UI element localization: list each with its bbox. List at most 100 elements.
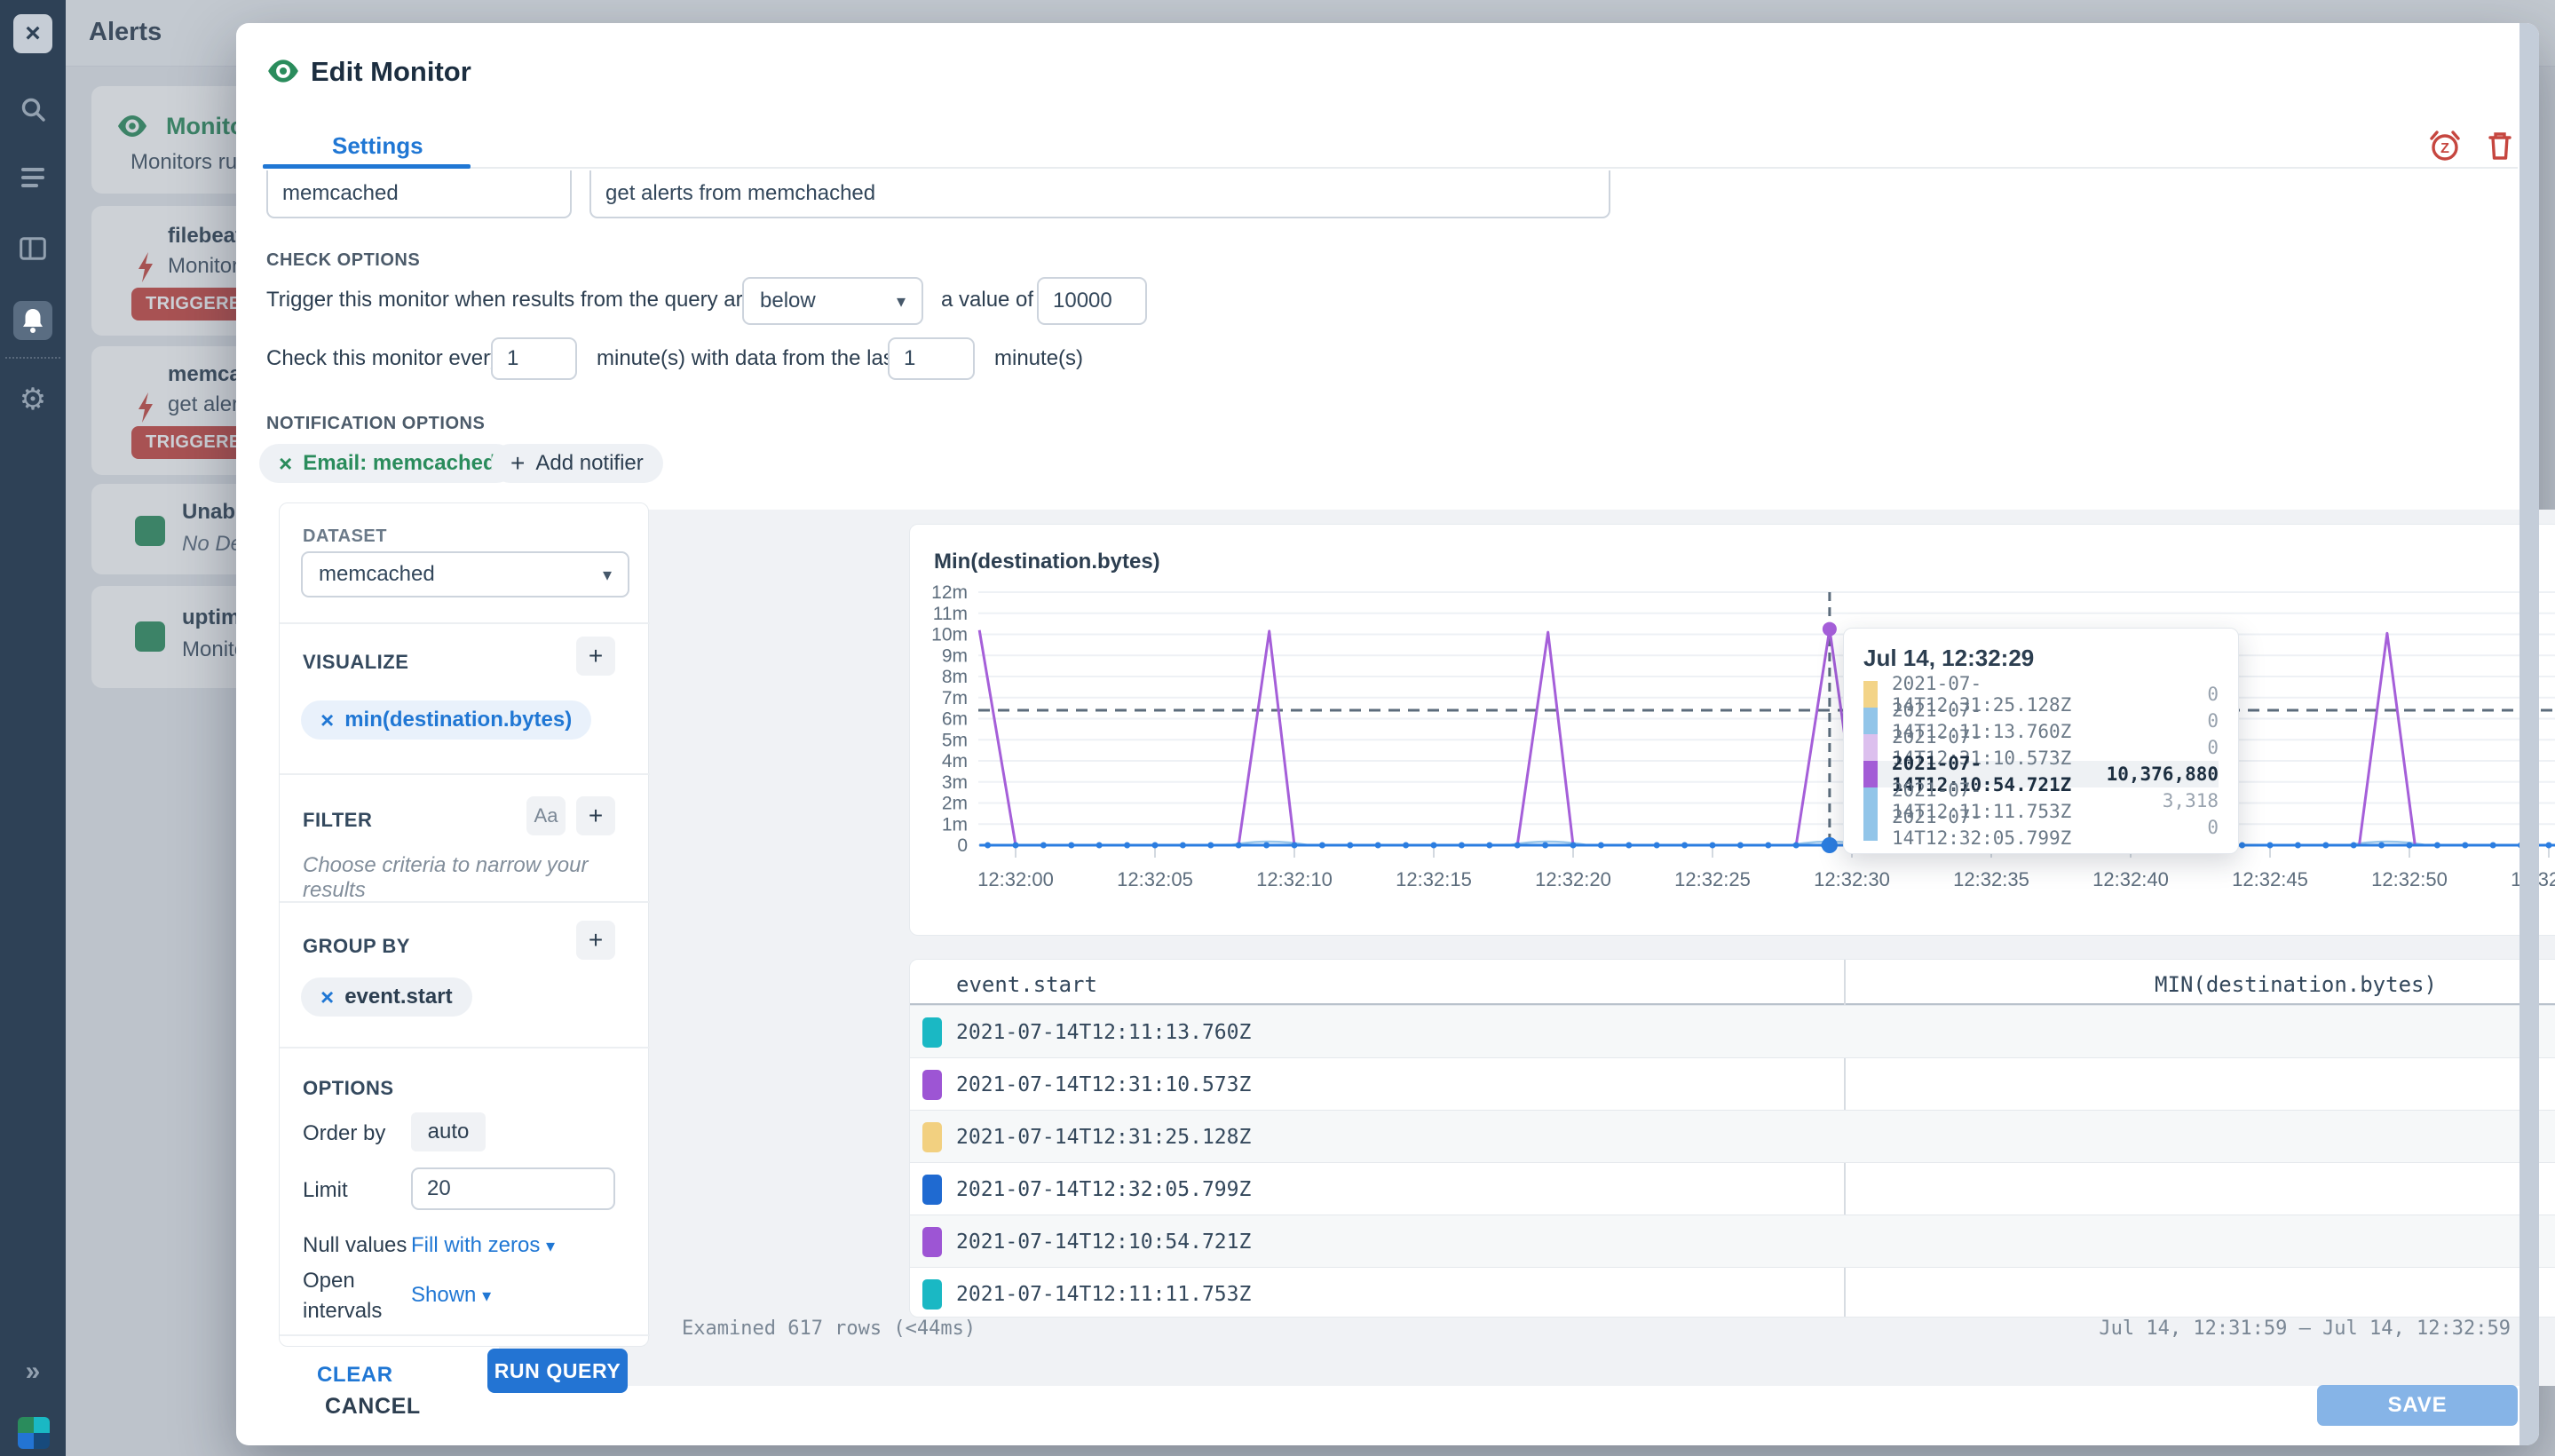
section-divider [280, 1047, 650, 1048]
run-query-button[interactable]: RUN QUERY [487, 1349, 628, 1393]
tab-settings[interactable]: Settings [332, 132, 423, 160]
monitor-name-input[interactable]: memcached [266, 170, 572, 218]
add-notifier-button[interactable]: + Add notifier [491, 444, 663, 483]
remove-visualize-icon[interactable]: × [320, 708, 334, 732]
collapse-sidebar-icon[interactable]: » [13, 1352, 52, 1391]
add-group-by-button[interactable]: + [576, 921, 615, 960]
svg-text:12:32:30: 12:32:30 [1814, 868, 1890, 890]
workspace-logo[interactable] [18, 1417, 50, 1449]
filter-hint: Choose criteria to narrow your results [303, 853, 648, 903]
open-intervals-dropdown[interactable]: Shown ▾ [411, 1283, 491, 1308]
section-divider [280, 773, 650, 775]
filter-label: FILTER [303, 809, 372, 832]
check-every-text: Check this monitor every [266, 346, 501, 371]
monitor-description-input[interactable]: get alerts from memchached [589, 170, 1610, 218]
results-table-card: event.start MIN(destination.bytes) 2021-… [909, 959, 2555, 1318]
examined-rows-status: Examined 617 rows (<44ms) [682, 1318, 976, 1340]
dashboards-icon[interactable] [13, 229, 52, 268]
order-by-label: Order by [303, 1121, 385, 1146]
remove-notifier-icon[interactable]: × [279, 452, 292, 475]
svg-text:12m: 12m [931, 582, 968, 603]
svg-text:12:32:20: 12:32:20 [1535, 868, 1611, 890]
dataset-label: DATASET [303, 526, 387, 547]
open-intervals-label-2: intervals [303, 1299, 382, 1324]
add-notifier-label: Add notifier [535, 451, 643, 476]
email-notifier-chip[interactable]: × Email: memcached [259, 444, 516, 483]
chevron-down-icon: ▾ [546, 1237, 555, 1256]
series-color-chip [922, 1017, 942, 1048]
monitor-name-field-wrap: memcached [266, 170, 572, 218]
svg-text:12:32:05: 12:32:05 [1117, 868, 1193, 890]
min-destination-bytes-chart[interactable]: 12:32:0012:32:0512:32:1012:32:1512:32:20… [910, 525, 2555, 937]
series-swatch [1863, 761, 1878, 787]
series-color-chip [922, 1122, 942, 1152]
add-filter-button[interactable]: + [576, 796, 615, 835]
modal-title: Edit Monitor [311, 56, 471, 88]
group-by-chip-label: event.start [344, 985, 452, 1009]
app-logo[interactable]: × [13, 14, 52, 53]
save-button[interactable]: SAVE [2317, 1385, 2518, 1426]
settings-gear-icon[interactable]: ⚙ [13, 380, 52, 419]
time-range-status: Jul 14, 12:31:59 — Jul 14, 12:32:59 [1623, 1318, 2511, 1340]
null-values-dropdown[interactable]: Fill with zeros ▾ [411, 1233, 555, 1258]
modal-scrollbar[interactable] [2519, 23, 2539, 1445]
add-visualize-button[interactable]: + [576, 637, 615, 676]
dataset-select[interactable]: memcached ▾ [301, 551, 629, 597]
visualize-chip[interactable]: × min(destination.bytes) [301, 700, 591, 740]
column-header-event-start[interactable]: event.start [956, 972, 1097, 997]
svg-text:11m: 11m [933, 604, 968, 624]
lookback-input[interactable]: 1 [888, 337, 975, 380]
query-builder-card: DATASET memcached ▾ VISUALIZE + × min(de… [279, 502, 649, 1347]
dataset-value: memcached [319, 562, 435, 587]
sidebar-divider [5, 357, 60, 359]
svg-text:0: 0 [957, 835, 968, 856]
svg-text:5m: 5m [942, 730, 968, 750]
svg-text:12:32:10: 12:32:10 [1256, 868, 1333, 890]
clear-button[interactable]: CLEAR [317, 1363, 393, 1388]
svg-text:1m: 1m [942, 814, 968, 835]
check-interval-input[interactable]: 1 [491, 337, 577, 380]
svg-text:7m: 7m [942, 688, 968, 708]
condition-select[interactable]: below ▾ [742, 277, 923, 325]
group-by-chip[interactable]: × event.start [301, 977, 472, 1017]
case-sensitivity-button[interactable]: Aa [526, 796, 566, 835]
chevron-down-icon: ▾ [482, 1286, 491, 1306]
chart-card: Min(destination.bytes) 12:32:0012:32:051… [909, 524, 2555, 936]
options-label: OPTIONS [303, 1077, 394, 1100]
svg-text:2m: 2m [942, 794, 968, 814]
series-swatch [1863, 814, 1878, 841]
svg-text:Z: Z [2440, 141, 2449, 156]
plus-icon: + [510, 449, 525, 478]
null-values-value: Fill with zeros [411, 1233, 540, 1257]
column-header-min-bytes[interactable]: MIN(destination.bytes) [1844, 972, 2555, 997]
table-row: 2021-07-14T12:11:13.760Z – [910, 1005, 2555, 1058]
plus-icon: + [589, 642, 603, 670]
tab-active-underline [263, 164, 471, 169]
remove-group-by-icon[interactable]: × [320, 985, 334, 1009]
order-by-value[interactable]: auto [411, 1112, 486, 1151]
series-swatch [1863, 681, 1878, 708]
table-row: 2021-07-14T12:10:54.721Z 10,194,862 [910, 1215, 2555, 1268]
logs-list-icon[interactable] [13, 158, 52, 197]
tooltip-row: 2021-07-14T12:32:05.799Z0 [1863, 814, 2219, 841]
condition-value: below [760, 289, 816, 313]
series-swatch [1863, 787, 1878, 814]
limit-input[interactable]: 20 [411, 1167, 615, 1210]
table-row: 2021-07-14T12:32:05.799Z – [910, 1162, 2555, 1215]
threshold-value-input[interactable]: 10000 [1037, 277, 1147, 325]
delete-monitor-trash-icon[interactable] [2482, 128, 2518, 168]
alerts-bell-icon[interactable] [13, 301, 52, 340]
check-mid-text: minute(s) with data from the last [597, 346, 899, 371]
notification-options-label: NOTIFICATION OPTIONS [266, 414, 485, 434]
logo-x-glyph: × [25, 19, 41, 49]
app-sidebar: × ⚙ » [0, 0, 66, 1456]
cancel-button[interactable]: CANCEL [325, 1394, 421, 1420]
plus-icon: + [589, 802, 603, 830]
series-color-chip [922, 1227, 942, 1257]
check-options-label: CHECK OPTIONS [266, 250, 420, 271]
snooze-alarm-icon[interactable]: Z [2427, 128, 2463, 168]
trigger-text: Trigger this monitor when results from t… [266, 288, 755, 313]
search-icon[interactable] [13, 90, 52, 129]
svg-text:12:32:25: 12:32:25 [1674, 868, 1751, 890]
eye-icon [266, 59, 300, 83]
